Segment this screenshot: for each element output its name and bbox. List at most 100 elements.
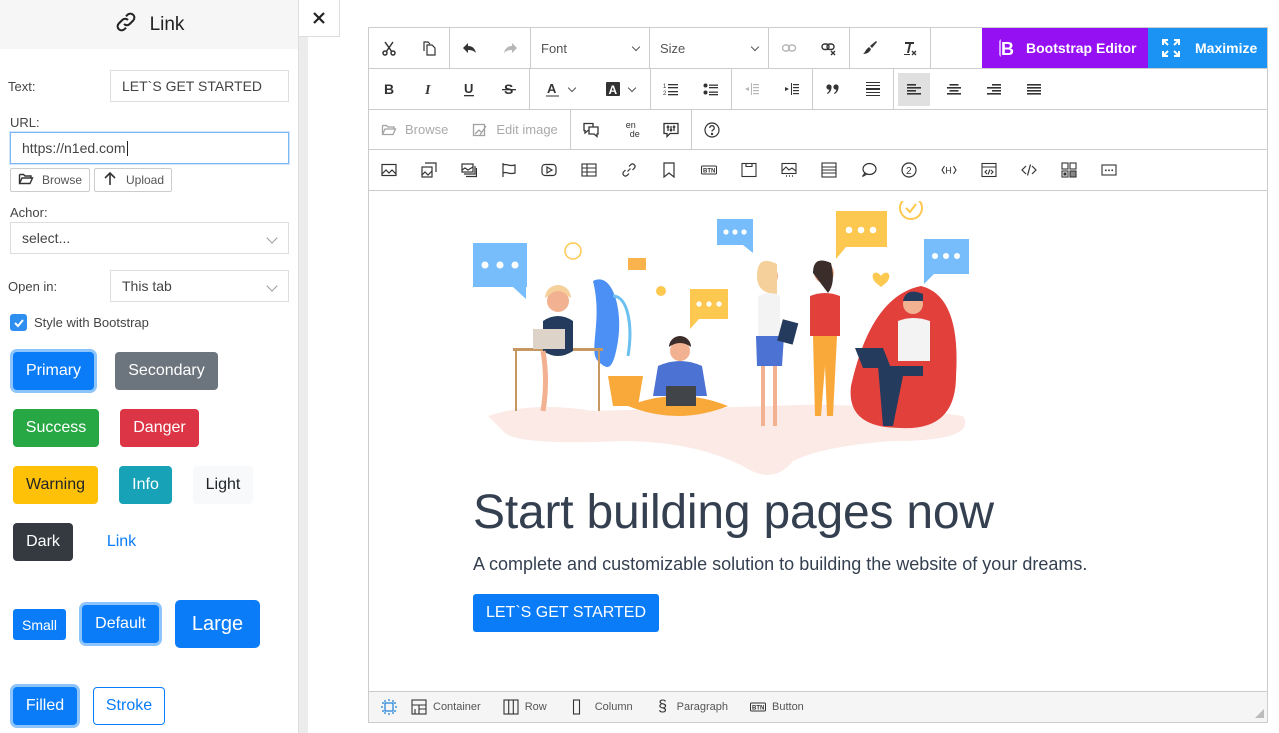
italic-button[interactable]: I	[409, 69, 449, 109]
clear-format-button[interactable]	[890, 28, 930, 68]
fill-stroke-button[interactable]: Stroke	[93, 687, 165, 725]
insert-heading-button[interactable]: H	[929, 150, 969, 190]
bootstrap-editor-button[interactable]: B Bootstrap Editor	[982, 28, 1148, 68]
size-dropdown-label: Size	[660, 40, 686, 56]
comments-button[interactable]	[571, 110, 611, 149]
hero-lead: A complete and customizable solution to …	[473, 554, 1088, 574]
insert-bookmark-button[interactable]	[649, 150, 689, 190]
cut-button[interactable]	[369, 28, 409, 68]
maximize-icon	[1162, 39, 1180, 57]
align-center-icon	[947, 84, 961, 95]
text-input[interactable]: LET`S GET STARTED	[110, 70, 289, 102]
align-center-button[interactable]	[934, 69, 974, 109]
url-input[interactable]: https://n1ed.com	[10, 132, 289, 164]
breadcrumb-paragraph[interactable]: § Paragraph	[655, 698, 728, 716]
bullet-list-button[interactable]	[691, 69, 731, 109]
style-link-button[interactable]: Link	[94, 523, 149, 561]
redo-button[interactable]	[490, 28, 530, 68]
breadcrumb-button[interactable]: BTN Button	[750, 699, 804, 715]
unlink-button[interactable]	[809, 28, 849, 68]
insert-video-button[interactable]	[529, 150, 569, 190]
style-success-button[interactable]: Success	[13, 409, 99, 447]
image-group: Browse Edit image	[369, 110, 571, 149]
breadcrumb-row[interactable]: Row	[503, 699, 547, 715]
undo-button[interactable]	[450, 28, 490, 68]
insert-gallery-button[interactable]	[449, 150, 489, 190]
insert-badge-button[interactable]: 2	[889, 150, 929, 190]
insert-comment-button[interactable]	[849, 150, 889, 190]
insert-image-button[interactable]	[369, 150, 409, 190]
style-dark-button[interactable]: Dark	[13, 523, 73, 561]
underline-button[interactable]: U	[449, 69, 489, 109]
clipboard-group	[369, 28, 450, 68]
maximize-button[interactable]: Maximize	[1148, 28, 1267, 68]
link-button[interactable]	[769, 28, 809, 68]
style-warning-button[interactable]: Warning	[13, 466, 98, 504]
style-primary-button[interactable]: Primary	[13, 352, 94, 390]
insert-section-button[interactable]	[809, 150, 849, 190]
panel-splitter[interactable]	[299, 37, 308, 733]
insert-code-button[interactable]	[1009, 150, 1049, 190]
insert-table-button[interactable]	[569, 150, 609, 190]
resize-handle[interactable]	[1255, 709, 1264, 718]
open-in-select[interactable]: This tab	[110, 270, 289, 302]
section-icon	[821, 162, 837, 178]
size-default-button[interactable]: Default	[82, 605, 159, 643]
style-light-button[interactable]: Light	[193, 466, 253, 504]
tools-group: en de	[571, 110, 692, 149]
font-dropdown[interactable]: Font	[531, 28, 650, 68]
insert-card-button[interactable]	[729, 150, 769, 190]
close-button[interactable]	[299, 0, 340, 37]
browse-files-button[interactable]: Browse	[369, 110, 460, 149]
feedback-button[interactable]	[651, 110, 691, 149]
insert-button-button[interactable]: BTN	[689, 150, 729, 190]
copy-button[interactable]	[409, 28, 449, 68]
outdent-button[interactable]	[732, 69, 772, 109]
indent-button[interactable]	[772, 69, 812, 109]
insert-link-button[interactable]	[609, 150, 649, 190]
fill-filled-button[interactable]: Filled	[13, 687, 77, 725]
more-button[interactable]	[1089, 150, 1129, 190]
translate-button[interactable]: en de	[611, 110, 651, 149]
blockquote-button[interactable]	[813, 69, 853, 109]
quote-icon	[826, 84, 839, 94]
align-left-button[interactable]	[898, 72, 930, 106]
background-color-button[interactable]: A	[590, 69, 650, 109]
insert-widgets-button[interactable]	[1049, 150, 1089, 190]
insert-carousel-button[interactable]	[769, 150, 809, 190]
breadcrumb-container[interactable]: Container	[411, 699, 481, 715]
table-icon	[581, 163, 597, 177]
style-danger-button[interactable]: Danger	[120, 409, 199, 447]
ordered-list-button[interactable]: 12	[651, 69, 691, 109]
size-large-button[interactable]: Large	[175, 600, 260, 648]
size-small-button[interactable]: Small	[13, 609, 66, 640]
link-group	[769, 28, 850, 68]
section-sign-icon: §	[658, 698, 668, 715]
text-color-button[interactable]: A	[530, 69, 590, 109]
breadcrumb-column[interactable]: Column	[569, 699, 633, 715]
help-button[interactable]	[692, 110, 732, 149]
align-justify-button[interactable]	[1014, 69, 1054, 109]
insert-flag-button[interactable]	[489, 150, 529, 190]
insert-image-caption-button[interactable]	[409, 150, 449, 190]
style-info-button[interactable]: Info	[119, 466, 172, 504]
speech-bubble-blue-2	[717, 219, 753, 253]
format-painter-button[interactable]	[850, 28, 890, 68]
size-dropdown[interactable]: Size	[650, 28, 769, 68]
upload-button[interactable]: Upload	[94, 168, 172, 192]
browse-button[interactable]: Browse	[10, 168, 90, 192]
anchor-select[interactable]: select...	[10, 222, 289, 254]
horizontal-rule-button[interactable]	[853, 69, 893, 109]
bold-button[interactable]: B	[369, 69, 409, 109]
insert-embed-button[interactable]	[969, 150, 1009, 190]
style-secondary-button[interactable]: Secondary	[115, 352, 218, 390]
bootstrap-checkbox[interactable]	[10, 314, 27, 331]
edit-image-button[interactable]: Edit image	[460, 110, 569, 149]
browse-files-label: Browse	[405, 122, 449, 137]
select-element-button[interactable]	[381, 699, 397, 715]
strikethrough-button[interactable]: S	[489, 69, 529, 109]
align-right-button[interactable]	[974, 69, 1014, 109]
editor-content[interactable]: Start building pages now A complete and …	[369, 191, 1267, 691]
hero-cta-button[interactable]: LET`S GET STARTED	[473, 594, 659, 632]
panel-title: Link	[149, 13, 185, 35]
